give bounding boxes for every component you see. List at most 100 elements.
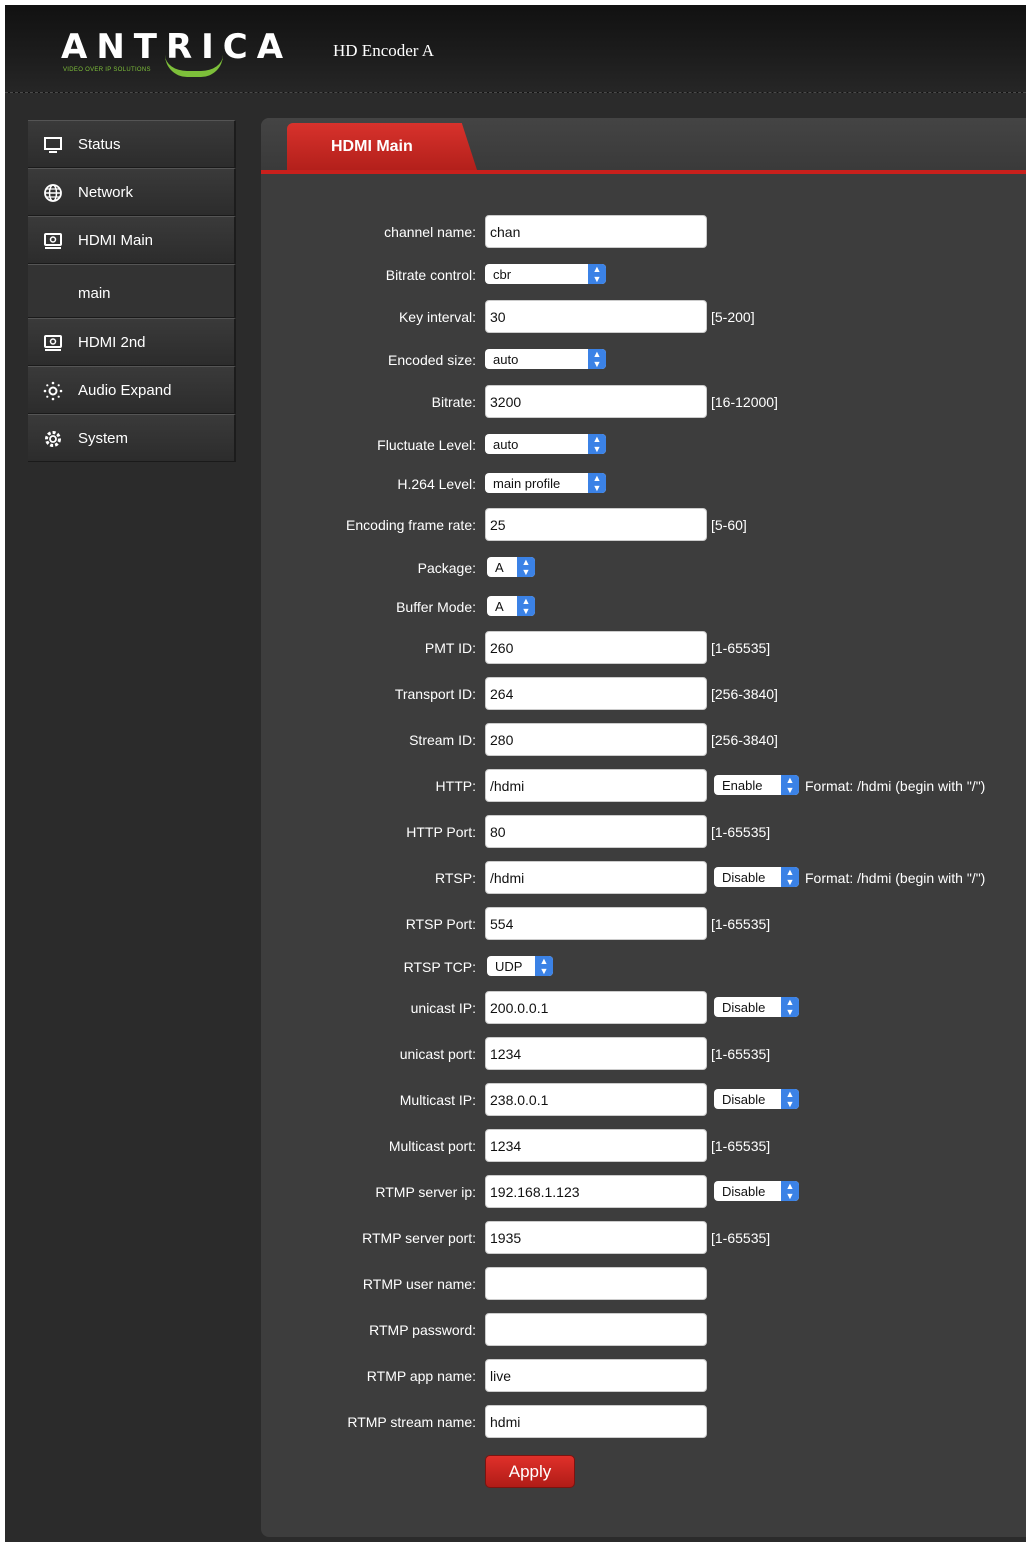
sidebar-item-hdmi-main[interactable]: HDMI Main	[28, 216, 236, 264]
h264-level-label: H.264 Level:	[397, 476, 476, 492]
unicast-ip-input[interactable]	[485, 991, 707, 1024]
rtsp-path-input[interactable]	[485, 861, 707, 894]
rtmp-server-port-range: [1-65535]	[711, 1230, 771, 1246]
select-arrows-icon: ▲ ▼	[781, 867, 799, 887]
package-select[interactable]: A ▲ ▼	[487, 557, 535, 577]
rtmp-app-name-input[interactable]	[485, 1359, 707, 1392]
select-arrows-icon: ▲ ▼	[517, 557, 535, 577]
row-encoded-size: Encoded size: auto ▲ ▼	[261, 343, 1026, 377]
rtsp-tcp-select[interactable]: UDP ▲ ▼	[487, 956, 553, 976]
sidebar-subitem-main[interactable]: main	[28, 264, 236, 318]
row-bitrate-control: Bitrate control: cbr ▲ ▼	[261, 258, 1026, 292]
rtmp-user-name-input[interactable]	[485, 1267, 707, 1300]
rtsp-port-label: RTSP Port:	[405, 916, 476, 932]
transport-id-input[interactable]	[485, 677, 707, 710]
row-encoding-frame-rate: Encoding frame rate: [5-60]	[261, 508, 1026, 542]
rtmp-app-name-label: RTMP app name:	[366, 1368, 476, 1384]
sidebar-item-label: HDMI 2nd	[78, 334, 146, 351]
select-arrows-icon: ▲ ▼	[588, 264, 606, 284]
key-interval-range: [5-200]	[711, 309, 755, 325]
row-rtmp-server-ip: RTMP server ip: Disable ▲▼	[261, 1175, 1026, 1209]
sidebar-item-label: Status	[78, 136, 121, 153]
http-mode-select[interactable]: Enable ▲ ▼	[714, 775, 799, 795]
select-arrows-icon: ▲ ▼	[781, 997, 799, 1017]
unicast-port-input[interactable]	[485, 1037, 707, 1070]
select-arrows-icon: ▲ ▼	[781, 775, 799, 795]
pmt-id-input[interactable]	[485, 631, 707, 664]
bitrate-input[interactable]	[485, 385, 707, 418]
bitrate-control-select[interactable]: cbr ▲ ▼	[485, 264, 606, 284]
frame-rate-input[interactable]	[485, 508, 707, 541]
unicast-mode-select[interactable]: Disable ▲ ▼	[714, 997, 799, 1017]
bitrate-control-label: Bitrate control:	[385, 267, 476, 283]
fluctuate-level-label: Fluctuate Level:	[377, 437, 476, 453]
rtmp-mode-select[interactable]: Disable ▲ ▼	[714, 1181, 799, 1201]
row-rtmp-password: RTMP password:	[261, 1313, 1026, 1347]
row-unicast-port: unicast port: [1-65535]	[261, 1037, 1026, 1071]
rtmp-password-input[interactable]	[485, 1313, 707, 1346]
rtmp-server-port-label: RTMP server port:	[362, 1230, 476, 1246]
select-arrows-icon: ▲ ▼	[781, 1089, 799, 1109]
http-port-label: HTTP Port:	[406, 824, 476, 840]
row-rtsp-port: RTSP Port: [1-65535]	[261, 907, 1026, 941]
row-package: Package: A ▲ ▼	[261, 551, 1026, 585]
multicast-ip-input[interactable]	[485, 1083, 707, 1116]
sidebar-item-label: Network	[78, 184, 134, 201]
multicast-mode-select[interactable]: Disable ▲ ▼	[714, 1089, 799, 1109]
frame-rate-label: Encoding frame rate:	[346, 517, 476, 533]
sidebar-item-audio-expand[interactable]: Audio Expand	[28, 366, 236, 414]
row-channel-name: channel name:	[261, 215, 1026, 249]
row-rtsp-tcp: RTSP TCP: UDP ▲ ▼	[261, 950, 1026, 984]
rtsp-format-hint: Format: /hdmi (begin with "/")	[805, 870, 986, 886]
rtmp-stream-name-input[interactable]	[485, 1405, 707, 1438]
sidebar: Status Network HDMI Main main HDMI 2nd A…	[28, 120, 237, 462]
rtsp-port-input[interactable]	[485, 907, 707, 940]
select-arrows-icon: ▲ ▼	[588, 349, 606, 369]
stream-id-input[interactable]	[485, 723, 707, 756]
rtsp-mode-select[interactable]: Disable ▲ ▼	[714, 867, 799, 887]
encoded-size-select[interactable]: auto ▲ ▼	[485, 349, 606, 369]
channel-name-label: channel name:	[384, 224, 476, 240]
rtsp-port-range: [1-65535]	[711, 916, 771, 932]
channel-name-input[interactable]	[485, 215, 707, 248]
fluctuate-level-select[interactable]: auto ▲ ▼	[485, 434, 606, 454]
sidebar-item-label: System	[78, 430, 129, 447]
buffer-mode-value: A	[495, 598, 504, 614]
http-path-input[interactable]	[485, 769, 707, 802]
row-rtmp-user-name: RTMP user name:	[261, 1267, 1026, 1301]
sidebar-item-network[interactable]: Network	[28, 168, 236, 216]
key-interval-input[interactable]	[485, 300, 707, 333]
stream-id-label: Stream ID:	[409, 732, 476, 748]
row-rtsp: RTSP: Disable ▲▼ Format: /hdmi (begin wi…	[261, 861, 1026, 895]
buffer-mode-select[interactable]: A ▲ ▼	[487, 596, 535, 616]
rtmp-server-port-input[interactable]	[485, 1221, 707, 1254]
unicast-port-label: unicast port:	[399, 1046, 476, 1062]
row-rtmp-stream-name: RTMP stream name:	[261, 1405, 1026, 1439]
rtmp-server-ip-input[interactable]	[485, 1175, 707, 1208]
multicast-mode-value: Disable	[722, 1091, 766, 1107]
select-arrows-icon: ▲ ▼	[517, 596, 535, 616]
h264-level-select[interactable]: main profile ▲ ▼	[485, 473, 606, 493]
sidebar-item-system[interactable]: System	[28, 414, 236, 462]
apply-button[interactable]: Apply	[485, 1455, 575, 1488]
unicast-port-range: [1-65535]	[711, 1046, 771, 1062]
sidebar-item-hdmi-2nd[interactable]: HDMI 2nd	[28, 318, 236, 366]
http-port-input[interactable]	[485, 815, 707, 848]
row-pmt-id: PMT ID: [1-65535]	[261, 631, 1026, 665]
http-port-range: [1-65535]	[711, 824, 771, 840]
tab-hdmi-main[interactable]: HDMI Main	[287, 123, 477, 170]
hdmi-device-icon	[43, 231, 63, 251]
key-interval-label: Key interval:	[398, 309, 476, 325]
row-bitrate: Bitrate: [16-12000]	[261, 385, 1026, 419]
row-key-interval: Key interval: [5-200]	[261, 300, 1026, 334]
multicast-port-input[interactable]	[485, 1129, 707, 1162]
device-title: HD Encoder A	[333, 41, 435, 60]
rtmp-mode-value: Disable	[722, 1183, 766, 1199]
sidebar-item-status[interactable]: Status	[28, 120, 236, 168]
row-unicast-ip: unicast IP: Disable ▲▼	[261, 991, 1026, 1025]
rtmp-password-label: RTMP password:	[369, 1322, 476, 1338]
pmt-id-range: [1-65535]	[711, 640, 771, 656]
bitrate-control-value: cbr	[493, 266, 512, 282]
unicast-ip-label: unicast IP:	[410, 1000, 476, 1016]
audio-icon	[43, 381, 63, 401]
